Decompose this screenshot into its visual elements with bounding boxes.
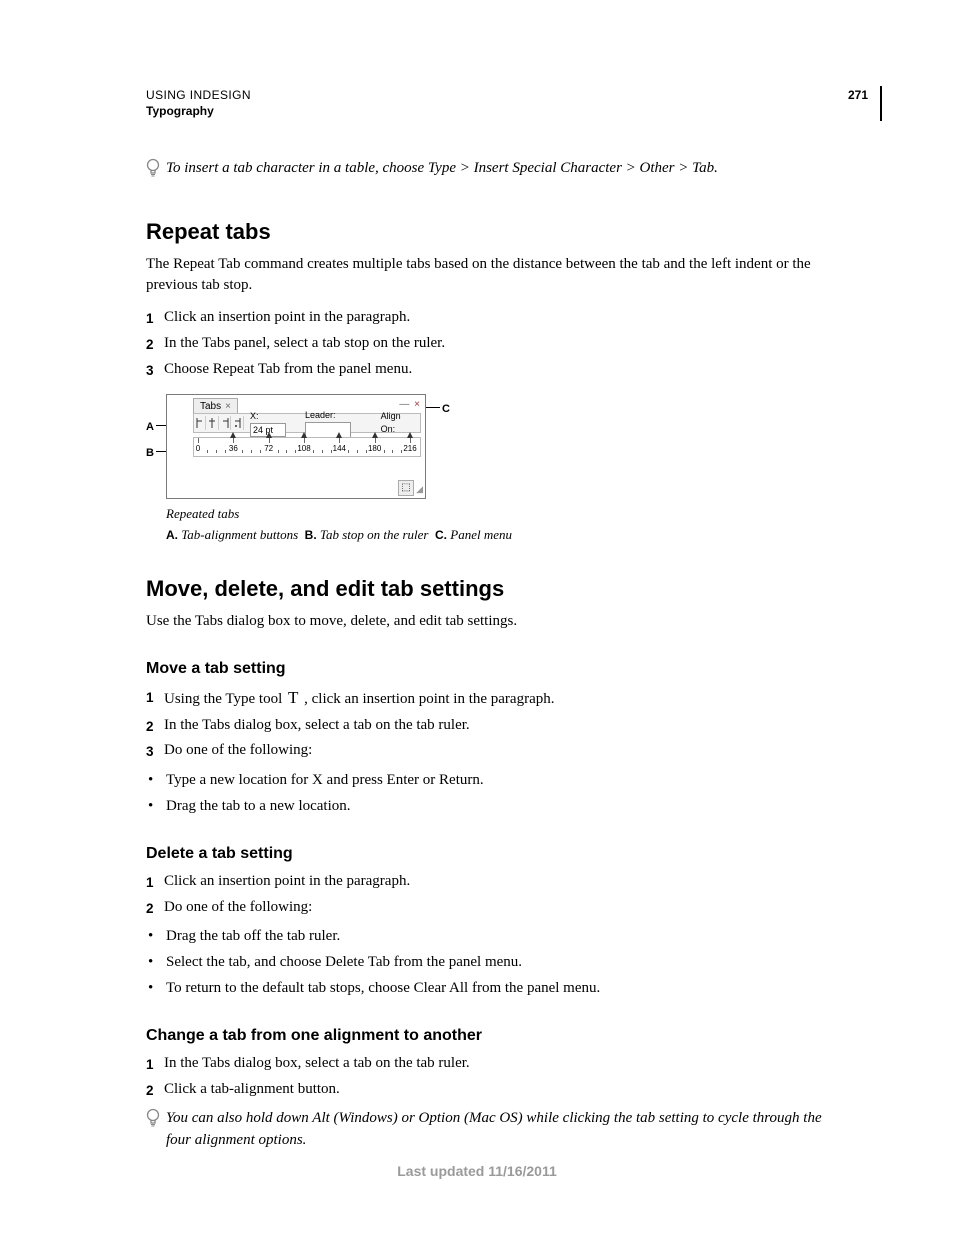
list-item: •Drag the tab off the tab ruler. xyxy=(146,926,841,948)
header-product: USING INDESIGN xyxy=(146,88,868,102)
figure: A B C Tabs× — ×▾≡ X: xyxy=(166,394,841,545)
tip-block: To insert a tab character in a table, ch… xyxy=(146,158,841,186)
steps-move: 1Using the Type tool T , click an insert… xyxy=(146,686,841,762)
heading-change-alignment: Change a tab from one alignment to anoth… xyxy=(146,1024,841,1047)
step: 2In the Tabs dialog box, select a tab on… xyxy=(146,715,841,737)
tip-block: You can also hold down Alt (Windows) or … xyxy=(146,1108,841,1152)
steps-delete: 1Click an insertion point in the paragra… xyxy=(146,871,841,919)
bullets-delete: •Drag the tab off the tab ruler. •Select… xyxy=(146,926,841,999)
step: 1Click an insertion point in the paragra… xyxy=(146,871,841,893)
heading-repeat-tabs: Repeat tabs xyxy=(146,216,841,248)
tip-text: To insert a tab character in a table, ch… xyxy=(166,158,841,180)
leader-input[interactable] xyxy=(305,422,351,438)
heading-move: Move a tab setting xyxy=(146,657,841,680)
callout-a: A xyxy=(146,420,154,436)
tabs-panel: Tabs× — ×▾≡ X: Leader: Align On: ⬚ 03672… xyxy=(166,394,426,499)
right-tab-icon xyxy=(219,416,231,430)
close-icon: × xyxy=(225,401,231,412)
tab-ruler: ⬚ 03672108144180216 xyxy=(193,437,421,457)
step: 2Do one of the following: xyxy=(146,897,841,919)
leader-field: Leader: xyxy=(305,409,381,438)
step: 1Using the Type tool T , click an insert… xyxy=(146,686,841,711)
step: 1In the Tabs dialog box, select a tab on… xyxy=(146,1053,841,1075)
figure-legend: A. Tab-alignment buttons B. Tab stop on … xyxy=(166,526,841,545)
callout-c: C xyxy=(442,402,450,418)
figure-caption: Repeated tabs xyxy=(166,505,841,524)
step: 3Choose Repeat Tab from the panel menu. xyxy=(146,359,841,381)
resize-grip-icon: ◢ xyxy=(416,483,423,496)
tip-text: You can also hold down Alt (Windows) or … xyxy=(166,1108,841,1152)
steps-repeat: 1Click an insertion point in the paragra… xyxy=(146,307,841,380)
steps-change: 1In the Tabs dialog box, select a tab on… xyxy=(146,1053,841,1101)
x-field: X: xyxy=(250,410,295,437)
magnet-icon: ⬚ xyxy=(398,480,414,496)
lightbulb-icon xyxy=(146,1108,168,1136)
lightbulb-icon xyxy=(146,158,168,186)
type-tool-icon: T xyxy=(286,686,300,711)
step: 3Do one of the following: xyxy=(146,740,841,762)
paragraph: The Repeat Tab command creates multiple … xyxy=(146,254,841,298)
heading-move-delete-edit: Move, delete, and edit tab settings xyxy=(146,573,841,605)
content: To insert a tab character in a table, ch… xyxy=(146,150,841,1182)
heading-delete: Delete a tab setting xyxy=(146,842,841,865)
list-item: •Select the tab, and choose Delete Tab f… xyxy=(146,952,841,974)
decimal-tab-icon xyxy=(231,416,243,430)
paragraph: Use the Tabs dialog box to move, delete,… xyxy=(146,611,841,633)
running-header: USING INDESIGN Typography xyxy=(146,88,868,118)
footer-updated: Last updated 11/16/2011 xyxy=(0,1163,954,1179)
list-item: •Type a new location for X and press Ent… xyxy=(146,770,841,792)
header-section: Typography xyxy=(146,104,868,118)
page: USING INDESIGN Typography 271 To insert … xyxy=(0,0,954,1235)
step: 1Click an insertion point in the paragra… xyxy=(146,307,841,329)
step: 2In the Tabs panel, select a tab stop on… xyxy=(146,333,841,355)
left-tab-icon xyxy=(194,416,206,430)
page-number: 271 xyxy=(848,88,868,102)
callout-b: B xyxy=(146,446,154,462)
list-item: •To return to the default tab stops, cho… xyxy=(146,978,841,1000)
header-rule xyxy=(880,86,882,121)
list-item: •Drag the tab to a new location. xyxy=(146,796,841,818)
step: 2Click a tab-alignment button. xyxy=(146,1079,841,1101)
tabs-toolbar: X: Leader: Align On: xyxy=(193,413,421,433)
center-tab-icon xyxy=(206,416,218,430)
bullets-move: •Type a new location for X and press Ent… xyxy=(146,770,841,818)
